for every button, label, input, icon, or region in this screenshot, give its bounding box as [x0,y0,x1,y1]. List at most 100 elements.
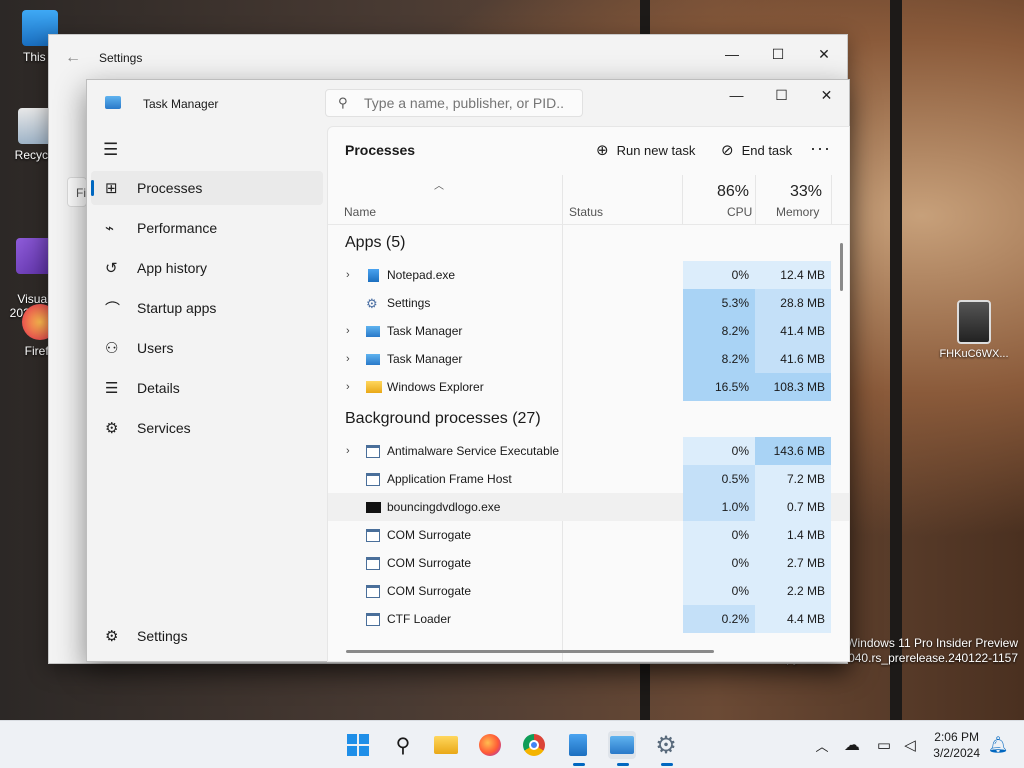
cpu-value: 8.2% [683,345,755,373]
memory-value: 1.4 MB [755,521,831,549]
network-tray-button[interactable]: ☁ [838,731,866,759]
memory-value: 0.7 MB [755,493,831,521]
task-manager-window[interactable]: Task Manager ⚲ — ☐ ✕ ☰ ⊞ Processes ⌁ Perfor… [86,79,850,662]
processes-header: Processes ⊕ Run new task ⊘ End task ··· [328,127,849,175]
settings-taskbar-button[interactable]: ⚙ [652,731,680,766]
minimize-icon[interactable]: — [714,81,759,109]
sidebar-item-startup-apps[interactable]: ⌒ Startup apps [91,291,323,325]
column-memory[interactable]: Memory [776,205,819,219]
group-header-background: Background processes (27) [345,410,541,427]
table-row[interactable]: › Antimalware Service Executable 0% 143.6 M… [328,437,849,465]
process-name: COM Surrogate [387,528,472,542]
settings-caption-buttons: — ☐ ✕ [709,35,847,69]
memory-value: 12.4 MB [755,261,831,289]
notepad-taskbar-button[interactable] [564,731,592,766]
task-manager-taskbar-button[interactable] [608,731,636,766]
column-cpu[interactable]: CPU [727,205,752,219]
sidebar-item-app-history[interactable]: ↺ App history [91,251,323,285]
end-task-label: End task [741,142,793,158]
chevron-right-icon[interactable]: › [346,445,350,457]
performance-icon: ⌁ [105,220,115,237]
service-window-icon [366,528,380,542]
table-row[interactable]: › Windows Explorer 16.5% 108.3 MB [328,373,849,401]
run-new-task-button[interactable]: ⊕ Run new task [596,141,695,159]
chevron-right-icon[interactable]: › [346,381,350,393]
table-row[interactable]: COM Surrogate 0% 2.2 MB [328,577,849,605]
process-name: Notepad.exe [387,268,456,282]
service-window-icon [366,612,380,626]
search-icon: ⚲ [395,734,411,757]
table-row[interactable]: COM Surrogate 0% 1.4 MB [328,521,849,549]
table-row[interactable]: COM Surrogate 0% 2.7 MB [328,549,849,577]
desktop-image-file[interactable]: FHKuC6WX... [938,300,1010,360]
table-row[interactable]: CTF Loader 0.2% 4.4 MB [328,605,849,633]
process-name: Task Manager [387,352,463,366]
process-search-input[interactable] [364,95,564,111]
task-manager-icon [610,736,634,754]
chevron-right-icon[interactable]: › [346,325,350,337]
memory-value: 2.7 MB [755,549,831,577]
end-task-button[interactable]: ⊘ End task [721,141,792,159]
clock[interactable]: 2:06 PM 3/2/2024 [933,729,980,761]
firefox-taskbar-button[interactable] [476,731,504,759]
hamburger-menu-icon[interactable]: ☰ [103,140,118,160]
chevron-right-icon[interactable]: › [346,269,350,281]
close-icon[interactable]: ✕ [801,39,847,69]
sidebar-item-settings[interactable]: ⚙ Settings [91,619,323,653]
display-tray-button[interactable]: ▭ [870,731,898,759]
chrome-icon [523,734,545,756]
settings-search-input[interactable]: Fi [67,177,87,207]
table-row[interactable]: › Task Manager 8.2% 41.4 MB [328,317,849,345]
maximize-icon[interactable]: ☐ [755,39,801,69]
table-row[interactable]: bouncingdvdlogo.exe 1.0% 0.7 MB [328,493,849,521]
image-file-icon [957,300,991,344]
cpu-value: 8.2% [683,317,755,345]
memory-value: 41.4 MB [755,317,831,345]
sidebar-item-users[interactable]: ⚇ Users [91,331,323,365]
task-manager-app-icon [105,96,121,109]
task-manager-icon [366,325,380,337]
visual-studio-icon [16,238,52,274]
sidebar-item-services[interactable]: ⚙ Services [91,411,323,445]
service-window-icon [366,584,380,598]
notifications-button[interactable]: 🔔︎ [984,731,1012,759]
sidebar-item-performance[interactable]: ⌁ Performance [91,211,323,245]
search-taskbar-button[interactable]: ⚲ [389,731,417,759]
startup-icon: ⌒ [105,300,121,318]
table-row[interactable]: › Notepad.exe 0% 12.4 MB [328,261,849,289]
sidebar-item-processes[interactable]: ⊞ Processes [91,171,323,205]
memory-value: 108.3 MB [755,373,831,401]
chevron-right-icon[interactable]: › [346,353,350,365]
vertical-scrollbar[interactable] [840,243,843,291]
minimize-icon[interactable]: — [709,39,755,69]
desktop-icon-label: FHKuC6WX... [939,348,1009,360]
volume-tray-button[interactable]: ◁ [896,731,924,759]
service-window-icon [366,472,380,486]
sidebar-item-details[interactable]: ☰ Details [91,371,323,405]
show-hidden-icons-button[interactable]: ︿ [808,731,836,759]
maximize-icon[interactable]: ☐ [759,81,804,109]
users-icon: ⚇ [105,340,119,357]
process-name: Windows Explorer [387,380,484,394]
table-row[interactable]: › Task Manager 8.2% 41.6 MB [328,345,849,373]
process-list: Apps (5) › Notepad.exe 0% 12.4 MB ⚙ Settings 5… [328,225,849,661]
more-options-icon[interactable]: ··· [810,138,831,159]
chrome-taskbar-button[interactable] [520,731,548,759]
column-divider [682,175,683,224]
column-name[interactable]: Name [344,205,376,219]
horizontal-scrollbar[interactable] [346,650,714,653]
sort-ascending-icon[interactable]: ︿ [434,177,444,192]
file-explorer-taskbar-button[interactable] [432,731,460,759]
task-manager-icon [366,353,380,365]
task-manager-titlebar[interactable]: Task Manager ⚲ — ☐ ✕ [87,80,849,126]
column-divider [755,175,756,224]
back-arrow-icon[interactable]: ← [65,49,99,67]
start-button[interactable] [344,731,372,759]
sidebar-item-label: Startup apps [137,300,217,316]
column-status[interactable]: Status [569,205,603,219]
service-window-icon [366,444,380,458]
table-row[interactable]: Application Frame Host 0.5% 7.2 MB [328,465,849,493]
close-icon[interactable]: ✕ [804,81,849,109]
process-search-box[interactable]: ⚲ [325,89,583,117]
table-row[interactable]: ⚙ Settings 5.3% 28.8 MB [328,289,849,317]
